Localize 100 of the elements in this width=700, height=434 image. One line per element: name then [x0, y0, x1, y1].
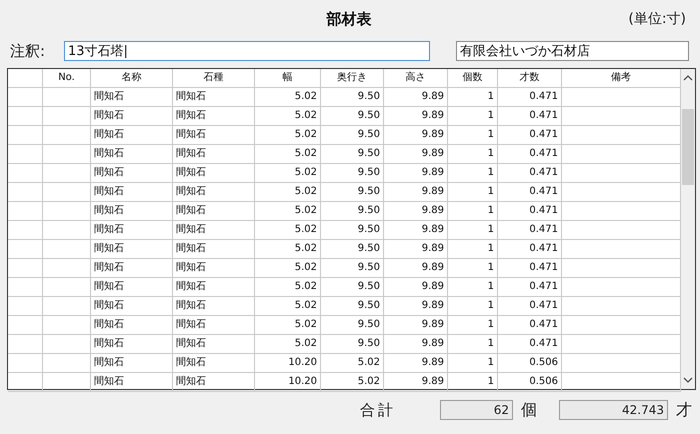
table-cell: 0.471 — [498, 335, 562, 354]
table-cell: 9.50 — [321, 297, 384, 316]
scroll-down-icon[interactable] — [683, 376, 693, 384]
row-header-cell[interactable] — [8, 297, 43, 316]
window-title: 部材表 — [325, 10, 373, 28]
table-cell: 間知石 — [91, 221, 173, 240]
table-cell: 9.89 — [384, 221, 448, 240]
row-header-cell[interactable] — [8, 107, 43, 126]
table-cell: 0.471 — [498, 164, 562, 183]
row-header-cell[interactable] — [8, 335, 43, 354]
table-cell: 5.02 — [321, 354, 384, 373]
row-header-cell[interactable] — [8, 164, 43, 183]
table-cell: 1 — [448, 373, 498, 392]
column-header[interactable]: 個数 — [448, 69, 498, 88]
table-cell: 5.02 — [255, 240, 321, 259]
column-header[interactable]: 奥行き — [321, 69, 384, 88]
table-cell: 9.50 — [321, 107, 384, 126]
table-cell: 1 — [448, 202, 498, 221]
count-unit-label: 個 — [521, 400, 538, 420]
total-label: 合計 — [360, 400, 396, 420]
row-header-cell[interactable] — [8, 145, 43, 164]
table-cell: 0.506 — [498, 373, 562, 392]
table-cell — [43, 335, 91, 354]
table-cell: 5.02 — [255, 88, 321, 107]
sai-total-field: 42.743 — [558, 400, 668, 420]
row-header-cell[interactable] — [8, 126, 43, 145]
column-header[interactable]: 幅 — [255, 69, 321, 88]
table-cell: 間知石 — [91, 183, 173, 202]
table-cell: 1 — [448, 278, 498, 297]
table-cell — [43, 145, 91, 164]
table-cell: 1 — [448, 335, 498, 354]
row-header-cell[interactable] — [8, 278, 43, 297]
row-header-cell[interactable] — [8, 240, 43, 259]
column-header[interactable]: No. — [43, 69, 91, 88]
table-cell: 0.471 — [498, 183, 562, 202]
table-cell: 10.20 — [255, 354, 321, 373]
table-cell — [43, 164, 91, 183]
table-cell: 5.02 — [255, 259, 321, 278]
table-cell: 間知石 — [91, 126, 173, 145]
table-cell: 間知石 — [91, 240, 173, 259]
table-cell — [43, 297, 91, 316]
table-cell: 9.89 — [384, 297, 448, 316]
table-cell: 間知石 — [91, 316, 173, 335]
table-cell — [43, 202, 91, 221]
table-cell: 1 — [448, 183, 498, 202]
unit-label: (単位:寸) — [628, 10, 686, 28]
table-cell: 1 — [448, 88, 498, 107]
note-field[interactable]: 13寸石塔| — [64, 41, 430, 61]
table-cell: 間知石 — [173, 240, 255, 259]
column-header[interactable]: 石種 — [173, 69, 255, 88]
table-cell: 間知石 — [91, 202, 173, 221]
table-cell: 間知石 — [173, 126, 255, 145]
table-cell: 1 — [448, 164, 498, 183]
table-cell: 5.02 — [321, 373, 384, 392]
table-cell: 0.471 — [498, 240, 562, 259]
row-header-cell[interactable] — [8, 259, 43, 278]
table-cell: 5.02 — [255, 183, 321, 202]
sai-unit-label: 才 — [676, 400, 692, 420]
table-cell: 5.02 — [255, 297, 321, 316]
row-header-cell[interactable] — [8, 221, 43, 240]
table-cell: 5.02 — [255, 316, 321, 335]
table-cell: 1 — [448, 259, 498, 278]
table-cell — [43, 88, 91, 107]
table-cell — [43, 354, 91, 373]
company-field[interactable]: 有限会社いづか石材店 — [456, 41, 689, 61]
row-header-cell[interactable] — [8, 373, 43, 392]
column-header[interactable]: 才数 — [498, 69, 562, 88]
table-cell: 10.20 — [255, 373, 321, 392]
table-cell: 0.471 — [498, 88, 562, 107]
table-cell: 1 — [448, 126, 498, 145]
table-cell: 9.50 — [321, 202, 384, 221]
table-cell: 0.471 — [498, 126, 562, 145]
table-cell: 間知石 — [173, 221, 255, 240]
table-cell: 1 — [448, 240, 498, 259]
row-header-cell[interactable] — [8, 183, 43, 202]
row-header-cell[interactable] — [8, 88, 43, 107]
table-cell: 0.471 — [498, 297, 562, 316]
table-cell: 5.02 — [255, 107, 321, 126]
table-cell: 1 — [448, 107, 498, 126]
column-header[interactable]: 高さ — [384, 69, 448, 88]
row-header-cell[interactable] — [8, 354, 43, 373]
table-cell: 間知石 — [173, 259, 255, 278]
scroll-up-icon[interactable] — [683, 74, 693, 82]
table-cell: 9.89 — [384, 240, 448, 259]
row-header-cell[interactable] — [8, 202, 43, 221]
table-cell — [43, 126, 91, 145]
table-cell: 9.50 — [321, 221, 384, 240]
scrollbar-thumb[interactable] — [682, 109, 694, 185]
table-cell: 9.89 — [384, 373, 448, 392]
table-cell: 0.471 — [498, 202, 562, 221]
table-cell: 9.50 — [321, 145, 384, 164]
column-header[interactable]: 名称 — [91, 69, 173, 88]
table-cell: 9.89 — [384, 335, 448, 354]
scrollbar[interactable] — [681, 69, 695, 389]
table-cell: 5.02 — [255, 221, 321, 240]
table-cell: 9.89 — [384, 88, 448, 107]
table-cell: 間知石 — [91, 278, 173, 297]
row-header-cell[interactable] — [8, 316, 43, 335]
table-cell — [43, 183, 91, 202]
table-cell: 間知石 — [173, 183, 255, 202]
